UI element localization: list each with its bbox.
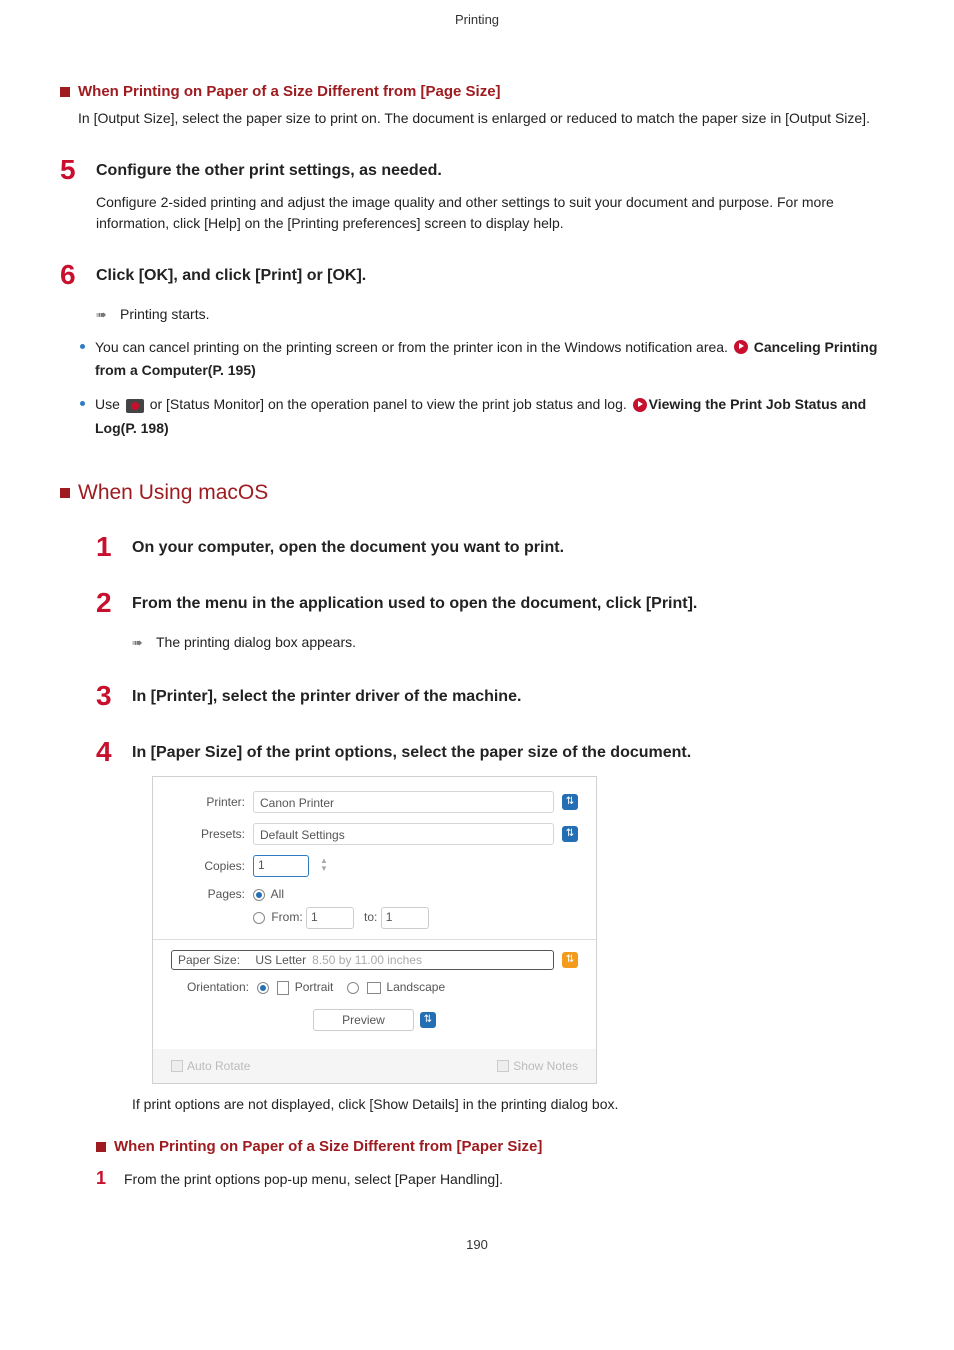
page-number: 190 — [0, 1237, 954, 1252]
chevron-updown-icon[interactable]: ⇅ — [562, 952, 578, 968]
subhead-page-size-body: In [Output Size], select the paper size … — [78, 108, 894, 128]
portrait-icon — [277, 981, 289, 995]
dlg-presets-select[interactable]: Default Settings — [253, 823, 554, 845]
macos-step-2: 2 From the menu in the application used … — [96, 589, 894, 617]
link-icon[interactable] — [734, 340, 748, 354]
dlg-copies-input[interactable]: 1 — [253, 855, 309, 877]
square-bullet-icon — [60, 87, 70, 97]
dlg-printer-select[interactable]: Canon Printer — [253, 791, 554, 813]
macos-step-3: 3 In [Printer], select the printer drive… — [96, 682, 894, 710]
radio-from[interactable] — [253, 912, 265, 924]
macos-step-4-body: If print options are not displayed, clic… — [132, 1094, 894, 1114]
step-6-title: Click [OK], and click [Print] or [OK]. — [96, 261, 366, 289]
subhead-paper-size: When Printing on Paper of a Size Differe… — [96, 1138, 894, 1155]
macos-step-2-number: 2 — [96, 589, 118, 617]
square-bullet-icon — [60, 488, 70, 498]
radio-landscape[interactable] — [347, 982, 359, 994]
sub-step-1-body: From the print options pop-up menu, sele… — [124, 1169, 503, 1187]
bullet-dot-icon — [80, 401, 85, 406]
dlg-presets-label: Presets: — [171, 827, 245, 841]
step-5: 5 Configure the other print settings, as… — [60, 156, 894, 184]
subhead-paper-size-title: When Printing on Paper of a Size Differe… — [114, 1138, 542, 1155]
subhead-page-size: When Printing on Paper of a Size Differe… — [60, 83, 894, 100]
macos-step-2-title: From the menu in the application used to… — [132, 589, 697, 617]
macos-step-1-number: 1 — [96, 533, 118, 561]
landscape-icon — [367, 982, 381, 994]
step-5-title: Configure the other print settings, as n… — [96, 156, 442, 184]
result-arrow-icon: ➠ — [96, 305, 120, 326]
link-icon[interactable] — [633, 398, 647, 412]
macos-step-4: 4 In [Paper Size] of the print options, … — [96, 738, 894, 766]
step-6-bullet-1: You can cancel printing on the printing … — [80, 336, 894, 384]
macos-step-3-number: 3 — [96, 682, 118, 710]
macos-step-4-title: In [Paper Size] of the print options, se… — [132, 738, 691, 766]
radio-portrait[interactable] — [257, 982, 269, 994]
step-6-result: ➠Printing starts. — [96, 303, 894, 326]
subhead-page-size-title: When Printing on Paper of a Size Differe… — [78, 83, 501, 100]
step-6-number: 6 — [60, 261, 82, 289]
bullet-dot-icon — [80, 344, 85, 349]
macos-step-4-number: 4 — [96, 738, 118, 766]
section-macos: When Using macOS — [60, 481, 894, 505]
macos-step-2-result: ➠The printing dialog box appears. — [132, 631, 894, 654]
macos-step-3-title: In [Printer], select the printer driver … — [132, 682, 521, 710]
print-dialog-screenshot: Printer: Canon Printer ⇅ Presets: Defaul… — [152, 776, 597, 1084]
sub-step-1-number: 1 — [96, 1169, 110, 1187]
status-monitor-icon — [126, 399, 144, 413]
dlg-to-input[interactable]: 1 — [381, 907, 429, 929]
dlg-copies-label: Copies: — [171, 859, 245, 873]
dlg-papersize-select[interactable]: Paper Size: US Letter 8.50 by 11.00 inch… — [171, 950, 554, 970]
square-bullet-icon — [96, 1142, 106, 1152]
macos-step-1: 1 On your computer, open the document yo… — [96, 533, 894, 561]
dlg-footer: Auto Rotate Show Notes — [153, 1049, 596, 1083]
step-5-number: 5 — [60, 156, 82, 184]
dlg-orient-label: Orientation: — [171, 980, 249, 994]
macos-step-1-title: On your computer, open the document you … — [132, 533, 564, 561]
dlg-pages-label: Pages: — [171, 887, 245, 901]
dlg-from-input[interactable]: 1 — [306, 907, 354, 929]
dlg-printer-label: Printer: — [171, 795, 245, 809]
dlg-preview-button[interactable]: Preview — [313, 1009, 414, 1031]
page-header: Printing — [0, 0, 954, 39]
stepper-icon[interactable]: ▲▼ — [319, 857, 329, 875]
step-5-body: Configure 2-sided printing and adjust th… — [96, 192, 894, 233]
radio-all[interactable] — [253, 889, 265, 901]
checkbox-icon — [497, 1060, 509, 1072]
chevron-updown-icon[interactable]: ⇅ — [562, 794, 578, 810]
chevron-updown-icon[interactable]: ⇅ — [562, 826, 578, 842]
sub-step-1: 1 From the print options pop-up menu, se… — [96, 1169, 894, 1187]
step-6-bullet-2: Use or [Status Monitor] on the operation… — [80, 393, 894, 441]
section-macos-title: When Using macOS — [78, 481, 268, 505]
step-6: 6 Click [OK], and click [Print] or [OK]. — [60, 261, 894, 289]
result-arrow-icon: ➠ — [132, 633, 156, 654]
chevron-updown-icon[interactable]: ⇅ — [420, 1012, 436, 1028]
checkbox-icon — [171, 1060, 183, 1072]
